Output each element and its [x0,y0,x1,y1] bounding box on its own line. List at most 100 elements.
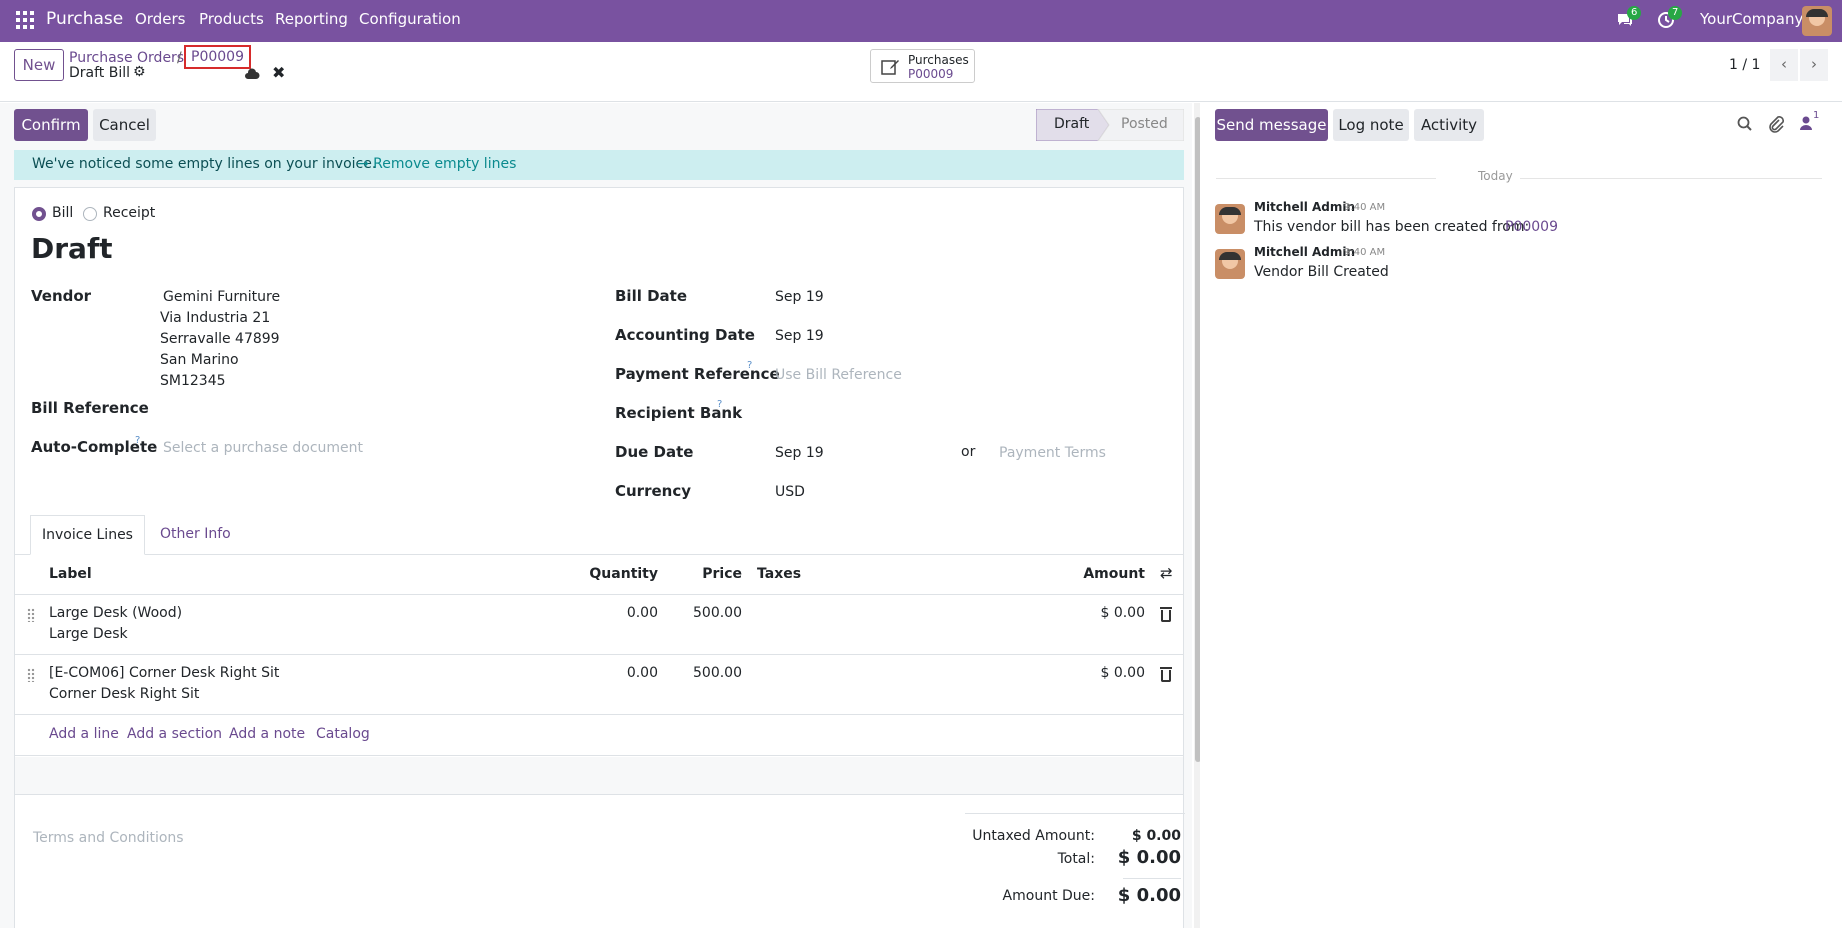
pager-value: 1 / 1 [1729,57,1761,73]
message-time: 9:40 AM [1344,202,1386,213]
trash-icon[interactable] [1160,667,1172,682]
status-posted[interactable]: Posted [1121,116,1168,132]
or-text: or [961,444,976,460]
top-navbar: Purchase Orders Products Reporting Confi… [0,0,1842,42]
message-time: 9:40 AM [1344,247,1386,258]
pager-prev-icon[interactable]: ‹ [1770,49,1798,81]
app-name[interactable]: Purchase [46,9,123,29]
discard-icon[interactable]: ✖ [272,63,285,82]
col-price[interactable]: Price [692,566,742,582]
add-note-link[interactable]: Add a note [229,726,305,742]
drag-handle-icon[interactable] [27,608,35,622]
add-links-row: Add a line Add a section Add a note Cata… [15,716,1183,756]
terms-and-conditions-input[interactable]: Terms and Conditions [33,830,184,846]
due-date-label: Due Date [615,443,694,461]
help-icon[interactable]: ? [747,360,752,371]
breadcrumb-separator: / [177,50,182,66]
status-draft[interactable]: Draft [1054,116,1089,132]
message-link[interactable]: P00009 [1505,219,1558,235]
cancel-button[interactable]: Cancel [93,109,156,141]
drag-handle-icon[interactable] [27,668,35,682]
date-separator-line [1216,178,1436,179]
recipient-bank-label: Recipient Bank [615,404,743,422]
vendor-address-line: Via Industria 21 [160,310,271,326]
remove-empty-lines-link[interactable]: → Remove empty lines [357,156,516,172]
optional-columns-icon[interactable]: ⇄ [1160,564,1173,582]
catalog-link[interactable]: Catalog [316,726,370,742]
auto-complete-input[interactable]: Select a purchase document [163,440,363,456]
vendor-field[interactable]: Gemini Furniture [163,289,280,305]
edit-icon [881,60,899,75]
row-product: [E-COM06] Corner Desk Right Sit [49,665,280,681]
company-switcher[interactable]: YourCompany [1700,10,1803,28]
author-avatar[interactable] [1215,249,1245,279]
untaxed-amount: $ 0.00 [1131,828,1181,844]
smart-button-label: Purchases [908,53,969,67]
pager-next-icon[interactable]: › [1800,49,1828,81]
tab-invoice-lines[interactable]: Invoice Lines [30,515,145,555]
untaxed-label: Untaxed Amount: [972,828,1095,844]
date-separator: Today [1478,169,1513,183]
menu-configuration[interactable]: Configuration [359,10,461,28]
vendor-address-line: San Marino [160,352,239,368]
purchases-smart-button[interactable]: Purchases P00009 [870,49,975,83]
col-quantity[interactable]: Quantity [588,566,658,582]
due-date-field[interactable]: Sep 19 [775,445,824,461]
vendor-label: Vendor [31,287,92,305]
payment-terms-input[interactable]: Payment Terms [999,445,1106,461]
followers-icon[interactable] [1800,116,1812,134]
bill-reference-label: Bill Reference [31,399,149,417]
activity-button[interactable]: Activity [1414,109,1484,141]
activities-badge: 7 [1668,6,1683,20]
new-button[interactable]: New [14,49,64,81]
bill-date-field[interactable]: Sep 19 [775,289,824,305]
col-label[interactable]: Label [49,566,92,582]
add-line-link[interactable]: Add a line [49,726,119,742]
trash-icon[interactable] [1160,607,1172,622]
row-quantity: 0.00 [626,605,658,621]
paperclip-icon[interactable] [1768,115,1784,137]
table-row[interactable]: Large Desk (Wood) Large Desk 0.00 500.00… [15,596,1183,655]
log-note-button[interactable]: Log note [1333,109,1409,141]
user-avatar[interactable] [1802,6,1832,36]
col-taxes[interactable]: Taxes [757,566,801,582]
followers-count: 1 [1813,110,1820,121]
gear-icon[interactable]: ⚙ [133,64,146,80]
menu-reporting[interactable]: Reporting [275,10,348,28]
menu-orders[interactable]: Orders [135,10,185,28]
author-avatar[interactable] [1215,204,1245,234]
row-quantity: 0.00 [626,665,658,681]
breadcrumb-current[interactable]: P00009 [184,45,251,69]
bill-reference-input[interactable] [160,394,580,420]
add-section-link[interactable]: Add a section [127,726,222,742]
col-amount[interactable]: Amount [1075,566,1145,582]
breadcrumb-purchase-orders[interactable]: Purchase Orders [69,50,184,66]
table-row[interactable]: [E-COM06] Corner Desk Right Sit Corner D… [15,656,1183,715]
form-area: Confirm Cancel Draft Posted We've notice… [0,103,1202,928]
payment-reference-input[interactable]: Use Bill Reference [775,367,902,383]
currency-field[interactable]: USD [775,484,805,500]
search-icon[interactable] [1737,116,1753,136]
confirm-button[interactable]: Confirm [14,109,88,141]
message-author[interactable]: Mitchell Admin [1254,245,1355,259]
row-description: Corner Desk Right Sit [49,686,200,702]
tab-other-info[interactable]: Other Info [160,526,231,542]
menu-products[interactable]: Products [199,10,264,28]
recipient-bank-input[interactable] [775,400,1175,424]
help-icon[interactable]: ? [135,435,140,446]
alert-text: We've noticed some empty lines on your i… [32,156,377,172]
help-icon[interactable]: ? [717,399,722,410]
vendor-address-line: SM12345 [160,373,226,389]
radio-receipt[interactable] [83,207,97,221]
row-description: Large Desk [49,626,128,642]
radio-bill[interactable] [32,207,46,221]
apps-menu-icon[interactable] [16,11,34,29]
message-author[interactable]: Mitchell Admin [1254,200,1355,214]
accounting-date-label: Accounting Date [615,326,755,344]
send-message-button[interactable]: Send message [1215,109,1328,141]
total-divider [1123,878,1181,879]
save-cloud-icon[interactable] [244,66,260,84]
date-separator-line [1520,178,1822,179]
amount-due-label: Amount Due: [1002,888,1095,904]
accounting-date-field[interactable]: Sep 19 [775,328,824,344]
